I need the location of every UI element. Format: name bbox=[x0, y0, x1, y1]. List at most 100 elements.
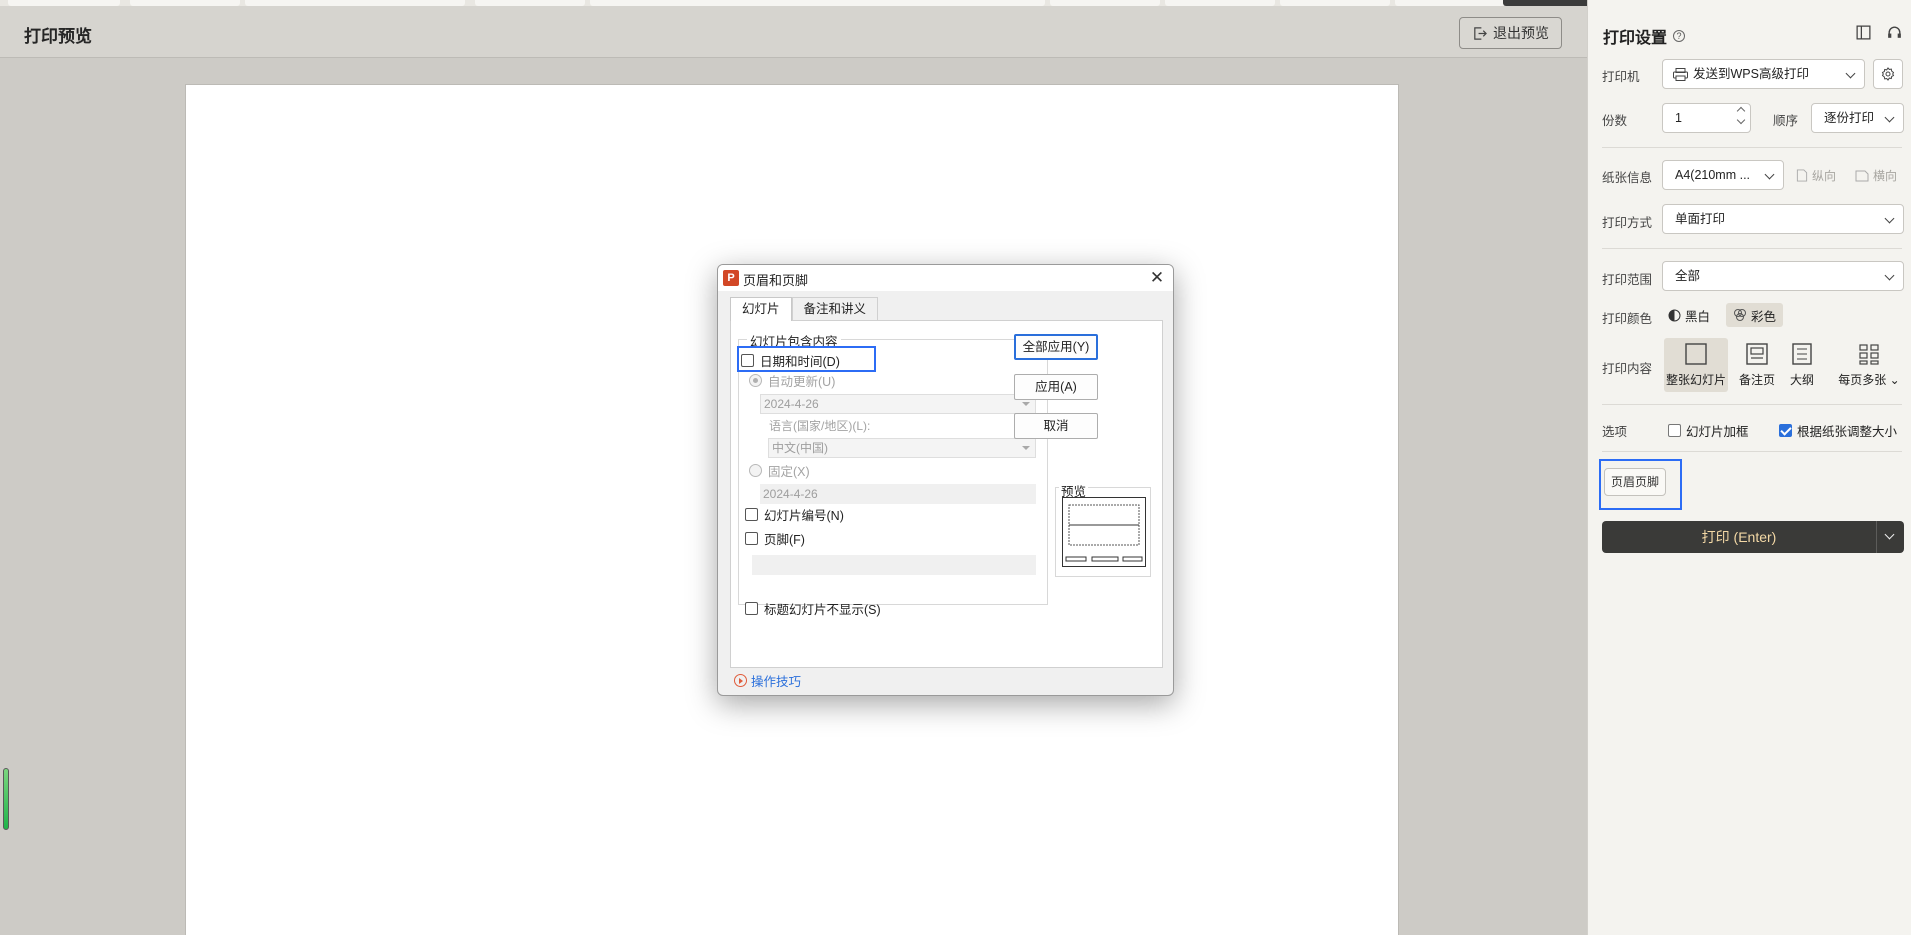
chevron-down-icon bbox=[1884, 270, 1895, 281]
panel-title: 打印设置 ? bbox=[1603, 24, 1686, 48]
landscape-label: 横向 bbox=[1873, 169, 1898, 183]
print-mode-select[interactable]: 单面打印 bbox=[1662, 204, 1904, 234]
stepper-arrows[interactable] bbox=[1736, 106, 1746, 125]
chevron-down-icon[interactable] bbox=[1736, 115, 1746, 125]
cancel-button[interactable]: 取消 bbox=[1014, 413, 1098, 439]
slide-frame-label: 幻灯片加框 bbox=[1686, 425, 1749, 439]
order-value: 逐份打印 bbox=[1824, 111, 1875, 125]
header-footer-dialog: P 页眉和页脚 ✕ 幻灯片 备注和讲义 幻灯片包含内容 日期和时间(D) 自动更… bbox=[717, 264, 1174, 696]
print-mode-value: 单面打印 bbox=[1675, 212, 1726, 226]
hide-title-checkbox[interactable] bbox=[745, 602, 758, 615]
divider bbox=[1602, 404, 1902, 405]
print-mode-label: 打印方式 bbox=[1602, 216, 1653, 230]
paper-select[interactable]: A4(210mm ... bbox=[1662, 160, 1784, 190]
slide-number-checkbox-row[interactable]: 幻灯片编号(N) bbox=[745, 505, 844, 524]
copies-value: 1 bbox=[1675, 111, 1682, 125]
language-value: 中文(中国) bbox=[772, 441, 828, 455]
slide-frame-checkbox[interactable] bbox=[1668, 424, 1681, 437]
portrait-option[interactable]: 纵向 bbox=[1796, 167, 1836, 184]
footer-checkbox[interactable] bbox=[745, 532, 758, 545]
ppt-app-icon: P bbox=[723, 270, 739, 286]
layout-icon[interactable] bbox=[1855, 24, 1872, 41]
exit-preview-button[interactable]: 退出预览 bbox=[1459, 17, 1562, 49]
tab-slides[interactable]: 幻灯片 bbox=[730, 297, 792, 321]
half-circle-icon bbox=[1668, 309, 1681, 321]
help-icon[interactable]: ? bbox=[1673, 30, 1686, 42]
content-option-label: 大纲 bbox=[1789, 373, 1814, 387]
footer-text-input[interactable] bbox=[752, 555, 1036, 575]
fixed-date-input[interactable]: 2024-4-26 bbox=[760, 484, 1036, 504]
fixed-radio[interactable] bbox=[749, 464, 762, 477]
footer-checkbox-row[interactable]: 页脚(F) bbox=[745, 529, 805, 548]
side-progress-indicator bbox=[3, 768, 9, 830]
color-option-color[interactable]: 彩色 bbox=[1726, 303, 1784, 327]
play-circle-icon bbox=[734, 674, 747, 687]
divider bbox=[1602, 248, 1902, 249]
chevron-down-icon bbox=[1884, 213, 1895, 224]
print-range-select[interactable]: 全部 bbox=[1662, 261, 1904, 291]
highlight-date-time bbox=[737, 346, 876, 372]
fixed-radio-row[interactable]: 固定(X) bbox=[749, 461, 810, 480]
slide-preview-thumbnail bbox=[1062, 497, 1146, 567]
slide-number-label: 幻灯片编号(N) bbox=[764, 509, 844, 523]
language-label: 语言(国家/地区)(L): bbox=[769, 419, 871, 433]
print-button[interactable]: 打印 (Enter) bbox=[1602, 521, 1904, 553]
tips-label: 操作技巧 bbox=[751, 675, 802, 689]
auto-update-radio[interactable] bbox=[749, 374, 762, 387]
language-select[interactable]: 中文(中国) bbox=[768, 438, 1036, 458]
printer-settings-button[interactable] bbox=[1873, 59, 1903, 89]
chevron-down-icon bbox=[1845, 68, 1856, 79]
tab-notes-handouts[interactable]: 备注和讲义 bbox=[791, 297, 879, 320]
print-color-label: 打印颜色 bbox=[1602, 312, 1653, 326]
portrait-icon bbox=[1796, 169, 1808, 182]
dialog-tabs: 幻灯片 备注和讲义 bbox=[730, 297, 879, 321]
content-option-outline[interactable]: 大纲 bbox=[1777, 338, 1827, 392]
copies-stepper[interactable]: 1 bbox=[1662, 103, 1751, 133]
close-icon[interactable]: ✕ bbox=[1147, 268, 1167, 288]
highlight-header-footer bbox=[1599, 459, 1682, 510]
auto-date-value: 2024-4-26 bbox=[764, 397, 819, 411]
hide-title-checkbox-row[interactable]: 标题幻灯片不显示(S) bbox=[745, 599, 881, 618]
order-select[interactable]: 逐份打印 bbox=[1811, 103, 1904, 133]
page-title: 打印预览 bbox=[24, 27, 92, 46]
print-range-label: 打印范围 bbox=[1602, 273, 1653, 287]
apply-button[interactable]: 应用(A) bbox=[1014, 374, 1098, 400]
auto-date-select[interactable]: 2024-4-26 bbox=[760, 394, 1036, 414]
printer-value: 发送到WPS高级打印 bbox=[1693, 67, 1809, 81]
portrait-label: 纵向 bbox=[1812, 169, 1837, 183]
divider bbox=[1602, 451, 1902, 452]
content-option-label: 备注页 bbox=[1738, 373, 1775, 387]
apply-all-button[interactable]: 全部应用(Y) bbox=[1014, 334, 1098, 360]
exit-preview-label: 退出预览 bbox=[1493, 25, 1549, 41]
slide-number-checkbox[interactable] bbox=[745, 508, 758, 521]
full-slide-icon bbox=[1685, 343, 1707, 365]
printer-select[interactable]: 发送到WPS高级打印 bbox=[1662, 59, 1865, 89]
footer-label: 页脚(F) bbox=[764, 533, 805, 547]
content-option-multi-per-page[interactable]: 每页多张 ⌄ bbox=[1834, 338, 1904, 392]
fit-to-paper-option[interactable]: 根据纸张调整大小 bbox=[1779, 421, 1897, 440]
fixed-label: 固定(X) bbox=[768, 465, 810, 479]
copies-label: 份数 bbox=[1602, 114, 1628, 128]
fit-to-paper-checkbox[interactable] bbox=[1779, 424, 1792, 437]
print-range-value: 全部 bbox=[1675, 269, 1701, 283]
hide-title-label: 标题幻灯片不显示(S) bbox=[764, 603, 881, 617]
notes-page-icon bbox=[1746, 343, 1768, 365]
exit-icon bbox=[1474, 26, 1487, 40]
content-option-label: 每页多张 ⌄ bbox=[1838, 373, 1900, 387]
content-option-label: 整张幻灯片 bbox=[1665, 373, 1726, 387]
panel-title-text: 打印设置 bbox=[1603, 30, 1668, 47]
slide-frame-option[interactable]: 幻灯片加框 bbox=[1668, 421, 1749, 440]
tips-link[interactable]: 操作技巧 bbox=[734, 671, 801, 690]
chevron-down-icon bbox=[1022, 402, 1030, 406]
split-divider bbox=[1876, 521, 1877, 553]
chevron-down-icon[interactable] bbox=[1884, 529, 1895, 540]
gear-icon bbox=[1881, 67, 1895, 81]
print-content-label: 打印内容 bbox=[1602, 362, 1653, 376]
chevron-up-icon[interactable] bbox=[1736, 106, 1746, 116]
panel-header-icons bbox=[1855, 24, 1903, 41]
content-option-full-slide[interactable]: 整张幻灯片 bbox=[1664, 338, 1728, 392]
landscape-option[interactable]: 横向 bbox=[1855, 167, 1897, 184]
auto-update-radio-row[interactable]: 自动更新(U) bbox=[749, 371, 835, 390]
color-option-bw[interactable]: 黑白 bbox=[1661, 303, 1717, 327]
headset-icon[interactable] bbox=[1886, 24, 1903, 41]
